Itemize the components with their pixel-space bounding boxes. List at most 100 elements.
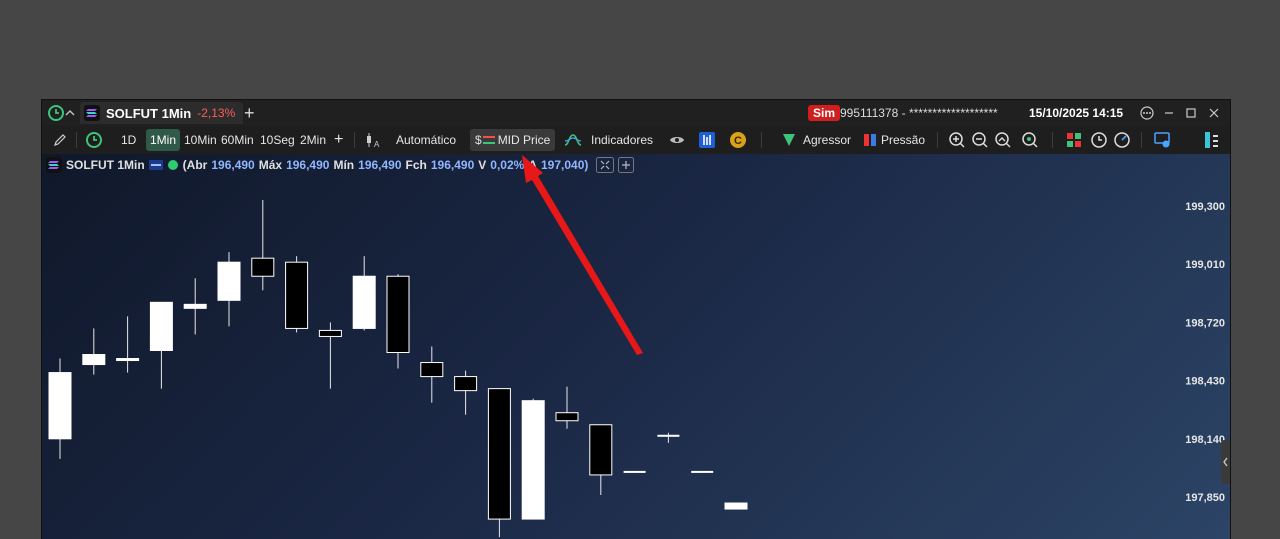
volume-profile-icon[interactable]	[699, 129, 715, 151]
candle-body[interactable]	[454, 376, 478, 392]
zoom-out-icon[interactable]	[971, 129, 989, 151]
open-value: 196,490	[211, 158, 255, 172]
period-60min[interactable]: 60Min	[221, 129, 254, 151]
zoom-in-icon[interactable]	[948, 129, 966, 151]
aggressor-icon[interactable]	[782, 129, 796, 151]
candle-body[interactable]	[657, 434, 680, 437]
period-10min[interactable]: 10Min	[184, 129, 217, 151]
candle-body[interactable]	[116, 358, 140, 362]
zoom-fit-icon[interactable]	[994, 129, 1012, 151]
mid-price-label: MID Price	[497, 133, 551, 147]
candle-body[interactable]	[691, 470, 714, 473]
toolbar-divider	[1141, 132, 1142, 148]
candle-body[interactable]	[555, 412, 579, 422]
maximize-icon[interactable]	[1186, 100, 1196, 126]
period-2min[interactable]: 2Min	[300, 129, 326, 151]
period-10seg[interactable]: 10Seg	[260, 129, 295, 151]
title-bar: SOLFUT 1Min -2,13% + Sim 995111378 - ***…	[42, 100, 1230, 126]
high-value: 196,490	[286, 158, 330, 172]
ohlc-info-bar: SOLFUT 1Min (Abr 196,490 Máx 196,490 Mín…	[46, 156, 635, 174]
mid-price-lines-icon	[482, 136, 495, 144]
chart-settings-icon[interactable]	[1154, 129, 1172, 151]
period-1d[interactable]: 1D	[121, 129, 136, 151]
close-value: 196,490	[430, 158, 475, 172]
eye-icon[interactable]	[669, 129, 685, 151]
candle-body[interactable]	[217, 261, 241, 301]
high-label: Máx	[258, 158, 283, 172]
candle-body[interactable]	[82, 354, 106, 366]
candle-body[interactable]	[183, 303, 207, 309]
pressure-icon[interactable]	[863, 129, 877, 151]
svg-text:A: A	[374, 140, 380, 149]
toolbar-divider	[937, 132, 938, 148]
close-icon[interactable]	[1209, 100, 1219, 126]
replay-clock-icon[interactable]	[85, 129, 103, 151]
low-value: 196,490	[358, 158, 402, 172]
candle-body[interactable]	[724, 502, 748, 510]
indicators-icon[interactable]	[564, 129, 582, 151]
y-tick-label: 198,430	[1185, 376, 1225, 388]
heatmap-icon[interactable]	[1066, 129, 1082, 151]
average-value: 197,040)	[540, 158, 589, 172]
candle-body[interactable]	[352, 275, 376, 329]
svg-text:C: C	[734, 135, 742, 147]
candle-type-icon[interactable]: A	[364, 129, 382, 151]
period-1min[interactable]: 1Min	[146, 129, 181, 151]
auto-scale-button[interactable]: Automático	[396, 129, 456, 151]
variation-label: V	[478, 158, 487, 172]
y-tick-label: 199,300	[1185, 201, 1225, 213]
side-panel-handle[interactable]	[1221, 440, 1230, 484]
add-study-icon[interactable]	[618, 157, 635, 173]
candle-body[interactable]	[623, 470, 646, 473]
low-label: Mín	[333, 158, 355, 172]
candle-body[interactable]	[318, 329, 342, 337]
candle-body[interactable]	[487, 388, 511, 520]
minimize-icon[interactable]	[1164, 100, 1174, 126]
mid-price-button[interactable]: $ MID Price	[470, 129, 556, 151]
candle-body[interactable]	[251, 257, 275, 277]
candle-body[interactable]	[589, 424, 613, 476]
toolbar-divider	[761, 132, 762, 148]
toolbar-divider	[76, 132, 77, 148]
solana-logo-icon	[46, 157, 62, 173]
chart-window: SOLFUT 1Min -2,13% + Sim 995111378 - ***…	[41, 99, 1231, 539]
chevron-left-icon	[1223, 457, 1228, 467]
side-panel-icon[interactable]	[1204, 129, 1220, 151]
dollar-icon: $	[475, 133, 482, 147]
tab-solfut[interactable]: SOLFUT 1Min -2,13%	[80, 102, 244, 124]
variation-value: 0,02%	[490, 158, 525, 172]
candle-body[interactable]	[149, 301, 173, 351]
currency-coin-icon[interactable]: C	[729, 129, 747, 151]
average-label: A	[528, 158, 537, 172]
tab-change: -2,13%	[197, 106, 236, 120]
candle-body[interactable]	[420, 362, 444, 378]
close-label: Fch	[405, 158, 427, 172]
collapse-arrows-icon[interactable]	[596, 157, 615, 173]
clock-menu-icon[interactable]	[47, 100, 77, 126]
candle-body[interactable]	[521, 400, 545, 520]
indicators-button[interactable]: Indicadores	[591, 129, 653, 151]
live-status-icon	[167, 160, 178, 170]
draw-pencil-icon[interactable]	[52, 129, 68, 151]
open-label: (Abr	[182, 158, 208, 172]
price-chart[interactable]: 199,300 199,010 198,720 198,430 198,140 197,8…	[42, 154, 1230, 539]
y-tick-label: 198,720	[1185, 317, 1225, 329]
candle-body[interactable]	[285, 261, 309, 329]
toolbar-divider	[553, 132, 554, 148]
time-clock-icon[interactable]	[1090, 129, 1108, 151]
candle-body[interactable]	[48, 372, 72, 440]
sim-badge-label: Sim	[808, 105, 841, 121]
add-tab-button[interactable]: +	[244, 100, 255, 126]
aggressor-button[interactable]: Agressor	[803, 129, 851, 151]
pressure-button[interactable]: Pressão	[881, 129, 925, 151]
add-period-button[interactable]: +	[334, 129, 343, 151]
tab-symbol: SOLFUT 1Min	[106, 105, 192, 121]
solana-logo-icon	[84, 105, 100, 121]
zoom-reset-icon[interactable]	[1021, 129, 1039, 151]
candlestick-plot: 199,300 199,010 198,720 198,430 198,140 197,8…	[48, 199, 1225, 538]
speedometer-icon[interactable]	[1113, 129, 1131, 151]
candle-body[interactable]	[386, 275, 410, 354]
sim-badge: Sim	[808, 100, 841, 126]
chart-toolbar: 1D 1Min 10Min 60Min 10Seg 2Min + A Autom…	[42, 126, 1230, 154]
more-options-icon[interactable]	[1140, 100, 1154, 126]
